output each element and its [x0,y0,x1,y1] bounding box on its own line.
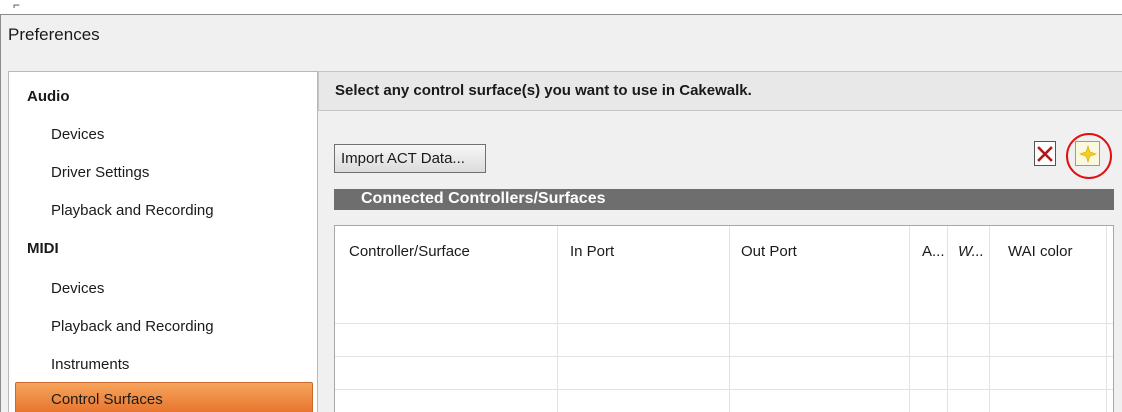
sidebar-item-midi[interactable]: MIDI [9,231,317,269]
column-divider [909,226,910,412]
sidebar-item-audio[interactable]: Audio [9,79,317,117]
table-row [335,389,1113,390]
sidebar-item-instruments[interactable]: Instruments [9,347,317,385]
sidebar: Audio Devices Driver Settings Playback a… [8,71,318,412]
import-act-data-button[interactable]: Import ACT Data... [334,144,486,173]
delete-x-icon [1037,145,1053,162]
sidebar-item-label: Devices [51,126,105,143]
column-header-controller-surface[interactable]: Controller/Surface [349,243,470,260]
new-controller-icon [1078,144,1097,163]
sidebar-item-label: Instruments [51,356,130,373]
sidebar-item-driver-settings[interactable]: Driver Settings [9,155,317,193]
column-header-a[interactable]: A... [922,243,945,260]
column-divider [557,226,558,412]
section-header-text: Connected Controllers/Surfaces [361,190,606,207]
table-row [335,323,1113,324]
sidebar-item-label: Playback and Recording [51,318,214,335]
sidebar-item-label: Audio [27,88,70,105]
column-header-wai-color[interactable]: WAI color [1008,243,1072,260]
sidebar-item-audio-devices[interactable]: Devices [9,117,317,155]
column-divider [947,226,948,412]
column-header-in-port[interactable]: In Port [570,243,614,260]
control-surfaces-panel: Select any control surface(s) you want t… [318,71,1122,412]
sidebar-item-audio-playback-recording[interactable]: Playback and Recording [9,193,317,231]
panel-header: Select any control surface(s) you want t… [318,71,1122,111]
column-divider [989,226,990,412]
title-strip: ⌐ [0,0,1122,14]
preferences-dialog: Preferences Audio Devices Driver Setting… [0,14,1122,412]
column-divider [729,226,730,412]
preferences-window: ⌐ Preferences Audio Devices Driver Setti… [0,0,1122,412]
sidebar-item-control-surfaces[interactable]: Control Surfaces [15,382,313,412]
column-divider [1106,226,1107,412]
sidebar-item-midi-devices[interactable]: Devices [9,271,317,309]
column-header-out-port[interactable]: Out Port [741,243,797,260]
column-header-w[interactable]: W... [958,243,984,260]
new-controller-button[interactable] [1075,141,1100,166]
panel-header-text: Select any control surface(s) you want t… [335,82,752,99]
sidebar-item-label: MIDI [27,240,59,257]
title-strip-glyph: ⌐ [13,0,21,12]
section-header: Connected Controllers/Surfaces [334,189,1114,210]
delete-controller-button[interactable] [1034,141,1056,166]
table-row [335,356,1113,357]
controllers-table[interactable]: Controller/Surface In Port Out Port A...… [334,225,1114,412]
sidebar-item-midi-playback-recording[interactable]: Playback and Recording [9,309,317,347]
sidebar-item-label: Devices [51,280,105,297]
dialog-title: Preferences [8,25,100,44]
sidebar-item-label: Driver Settings [51,164,150,181]
sidebar-item-label: Playback and Recording [51,202,214,219]
sidebar-item-label: Control Surfaces [51,391,163,408]
